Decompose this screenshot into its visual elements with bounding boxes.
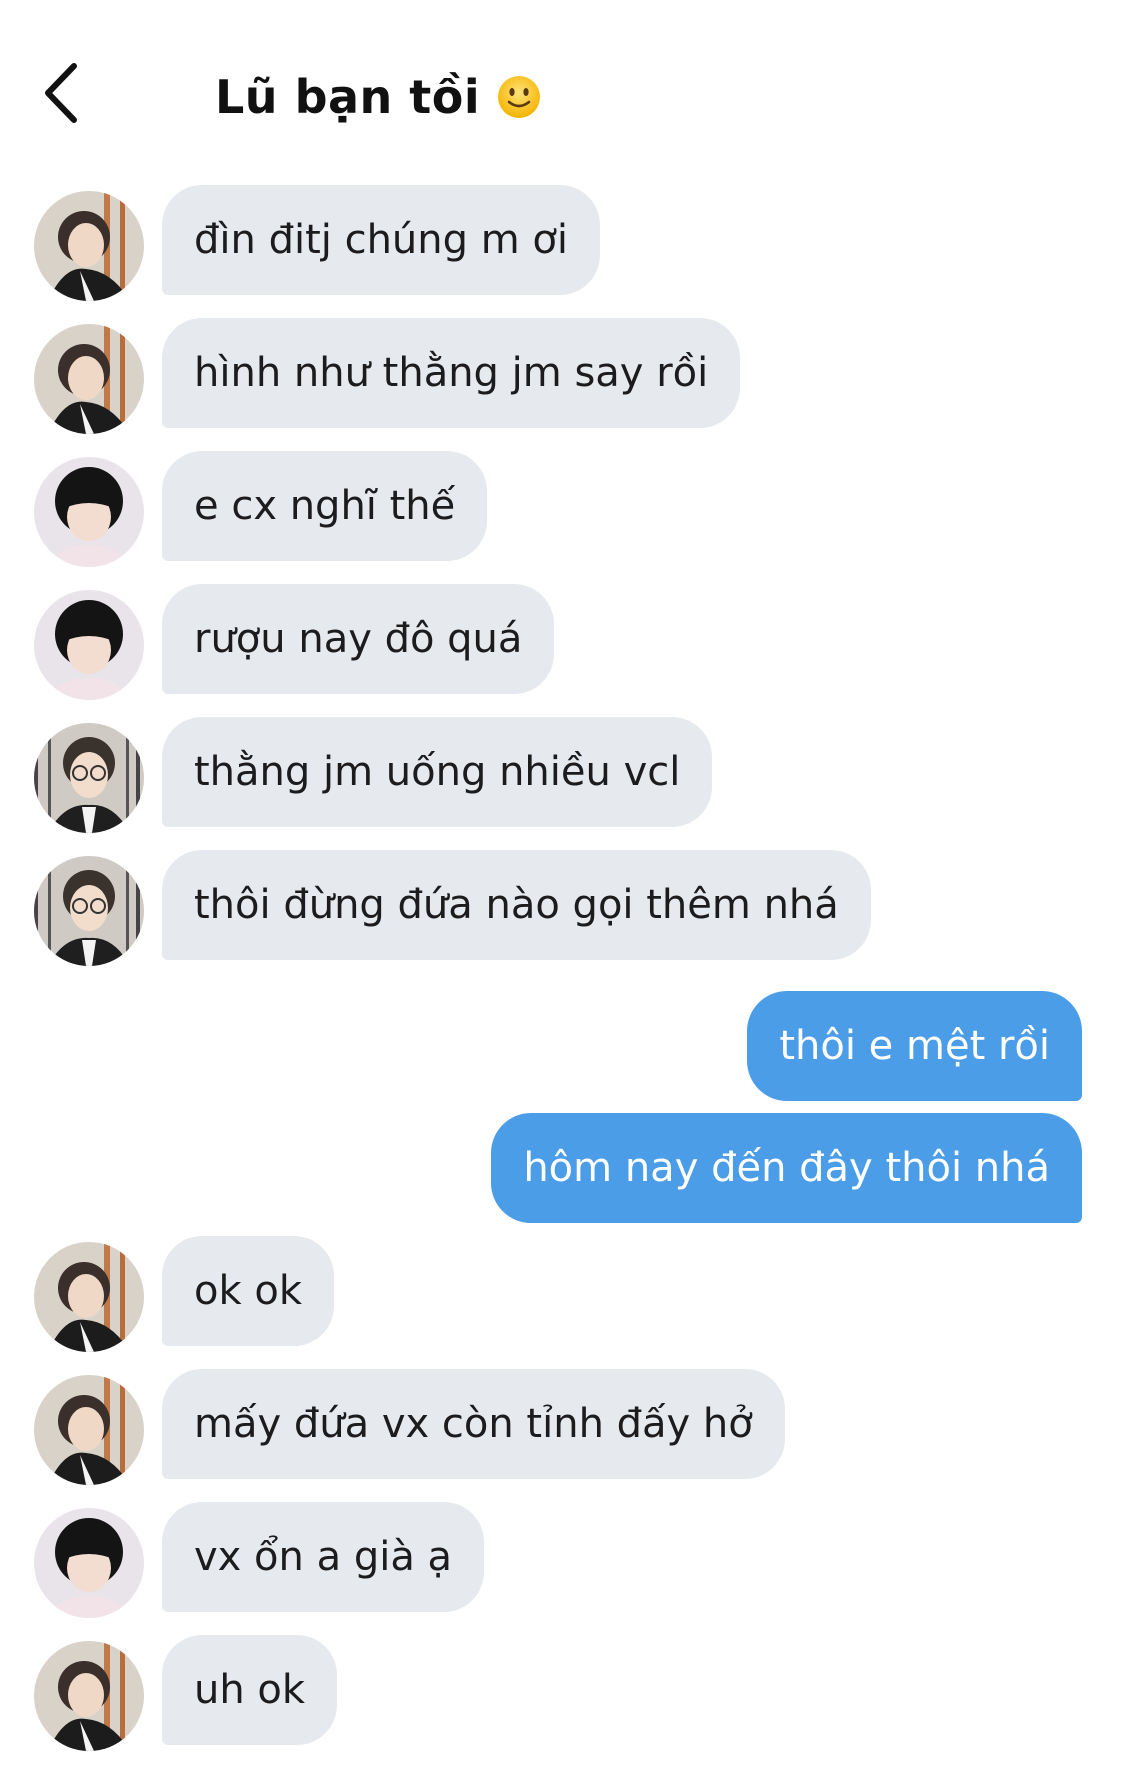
- message-row: rượu nay đô quá: [0, 584, 1124, 700]
- avatar[interactable]: [34, 324, 144, 434]
- message-row: vx ổn a già ạ: [0, 1502, 1124, 1618]
- incoming-message-bubble[interactable]: hình như thằng jm say rồi: [162, 318, 741, 428]
- message-row: thôi đừng đứa nào gọi thêm nhá: [0, 850, 1124, 966]
- message-row: thôi e mệt rồi: [0, 991, 1124, 1101]
- incoming-message-bubble[interactable]: đìn đitj chúng m ơi: [162, 185, 601, 295]
- avatar[interactable]: [34, 457, 144, 567]
- incoming-message-bubble[interactable]: rượu nay đô quá: [162, 584, 555, 694]
- message-row: thằng jm uống nhiều vcl: [0, 717, 1124, 833]
- incoming-message-bubble[interactable]: thằng jm uống nhiều vcl: [162, 717, 713, 827]
- avatar[interactable]: [34, 1508, 144, 1618]
- message-row: uh ok: [0, 1635, 1124, 1751]
- incoming-message-bubble[interactable]: ok ok: [162, 1236, 334, 1346]
- avatar[interactable]: [34, 590, 144, 700]
- message-thread: đìn đitj chúng m ơi hình như thằng jm sa…: [0, 0, 1124, 1775]
- message-row: ok ok: [0, 1236, 1124, 1352]
- incoming-message-bubble[interactable]: thôi đừng đứa nào gọi thêm nhá: [162, 850, 871, 960]
- avatar[interactable]: [34, 1375, 144, 1485]
- avatar[interactable]: [34, 191, 144, 301]
- avatar[interactable]: [34, 856, 144, 966]
- incoming-message-bubble[interactable]: uh ok: [162, 1635, 338, 1745]
- message-row: mấy đứa vx còn tỉnh đấy hở: [0, 1369, 1124, 1485]
- outgoing-message-bubble[interactable]: hôm nay đến đây thôi nhá: [491, 1113, 1082, 1223]
- avatar[interactable]: [34, 723, 144, 833]
- avatar[interactable]: [34, 1242, 144, 1352]
- incoming-message-bubble[interactable]: vx ổn a già ạ: [162, 1502, 485, 1612]
- outgoing-message-bubble[interactable]: thôi e mệt rồi: [747, 991, 1082, 1101]
- message-row: đìn đitj chúng m ơi: [0, 185, 1124, 301]
- message-row: e cx nghĩ thế: [0, 451, 1124, 567]
- incoming-message-bubble[interactable]: mấy đứa vx còn tỉnh đấy hở: [162, 1369, 785, 1479]
- message-row: hình như thằng jm say rồi: [0, 318, 1124, 434]
- message-row: hôm nay đến đây thôi nhá: [0, 1113, 1124, 1223]
- avatar[interactable]: [34, 1641, 144, 1751]
- incoming-message-bubble[interactable]: e cx nghĩ thế: [162, 451, 488, 561]
